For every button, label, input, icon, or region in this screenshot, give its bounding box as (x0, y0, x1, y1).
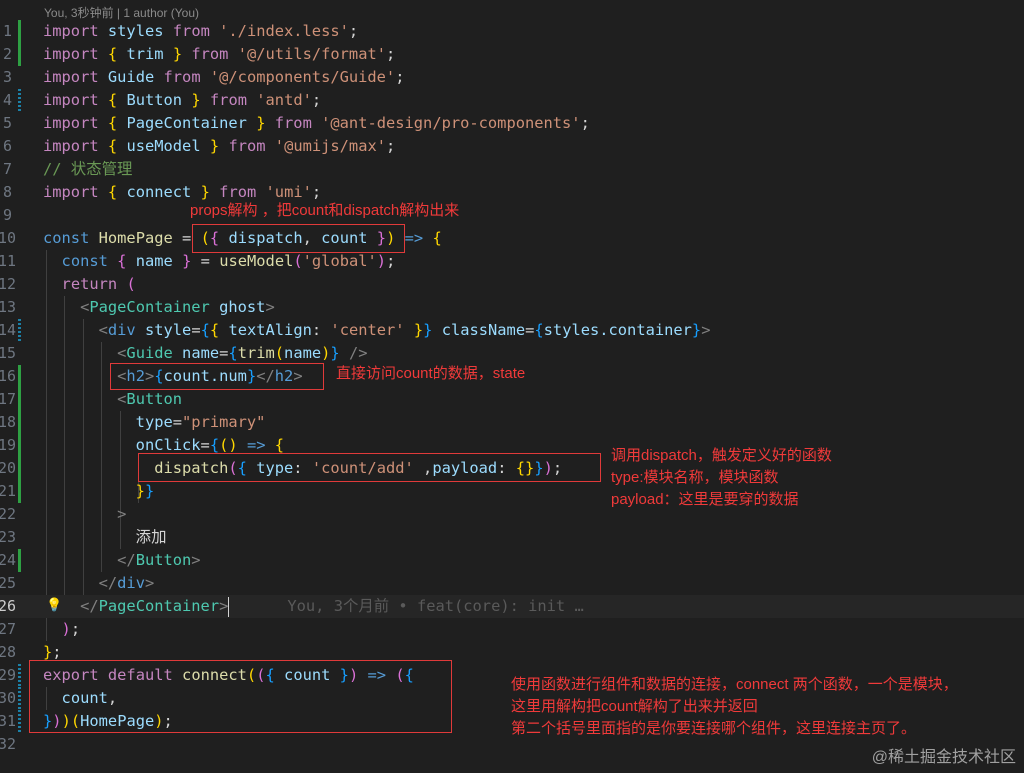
gutter-modified-marker[interactable] (18, 319, 21, 342)
line-number: 1 (2, 22, 12, 40)
line-number: 25 (0, 574, 17, 592)
gutter-added-marker[interactable] (18, 411, 21, 434)
code-line-1[interactable]: 1 import styles from './index.less'; (0, 20, 1024, 43)
gutter-modified-marker[interactable] (18, 687, 21, 710)
line-number: 17 (0, 390, 17, 408)
code-line-22[interactable]: 22 > (0, 503, 1024, 526)
line-number: 5 (2, 114, 12, 132)
code-line-23[interactable]: 23 添加 (0, 526, 1024, 549)
annotation-dispatch: 调用dispatch，触发定义好的函数 type:模块名称，模块函数 paylo… (611, 447, 832, 508)
gutter-modified-marker[interactable] (18, 710, 21, 733)
gutter-added-marker[interactable] (18, 388, 21, 411)
line-number: 26 (0, 597, 17, 615)
line-number: 7 (2, 160, 12, 178)
code-line-17[interactable]: 17 <Button (0, 388, 1024, 411)
text-cursor (228, 596, 230, 617)
line-number: 10 (0, 229, 17, 247)
line-number: 12 (0, 275, 17, 293)
line-number: 15 (0, 344, 17, 362)
gutter-added-marker[interactable] (18, 365, 21, 388)
line-number: 16 (0, 367, 17, 385)
gutter-added-marker[interactable] (18, 549, 21, 572)
line-number: 27 (0, 620, 17, 638)
line-number: 8 (2, 183, 12, 201)
code-line-8[interactable]: 8 import { connect } from 'umi'; (0, 181, 1024, 204)
line-number: 32 (0, 735, 17, 753)
line-number: 13 (0, 298, 17, 316)
code-line-15[interactable]: 15 <Guide name={trim(name)} /> (0, 342, 1024, 365)
code-line-3[interactable]: 3 import Guide from '@/components/Guide'… (0, 66, 1024, 89)
line-number: 18 (0, 413, 17, 431)
code-line-5[interactable]: 5 import { PageContainer } from '@ant-de… (0, 112, 1024, 135)
line-number: 6 (2, 137, 12, 155)
gutter-added-marker[interactable] (18, 434, 21, 457)
code-line-21[interactable]: 21 }} (0, 480, 1024, 503)
annotation-state: 直接访问count的数据，state (336, 365, 526, 382)
line-number: 31 (0, 712, 17, 730)
line-number: 28 (0, 643, 17, 661)
line-number: 21 (0, 482, 17, 500)
blame-header[interactable]: You, 3秒钟前 | 1 author (You) (44, 4, 199, 21)
line-number: 4 (2, 91, 12, 109)
watermark: @稀土掘金技术社区 (871, 749, 1016, 766)
line-number: 3 (2, 68, 12, 86)
highlight-box-connect (29, 660, 452, 733)
code-line-7[interactable]: 7 // 状态管理 (0, 158, 1024, 181)
line-number: 30 (0, 689, 17, 707)
code-line-4[interactable]: 4 import { Button } from 'antd'; (0, 89, 1024, 112)
code-line-26-current[interactable]: 26 💡 </PageContainer> You, 3个月前 • feat(co… (0, 595, 1024, 618)
highlight-box-h2 (110, 363, 324, 390)
code-line-11[interactable]: 11 const { name } = useModel('global'); (0, 250, 1024, 273)
code-line-10[interactable]: 10 const HomePage = ({ dispatch, count }… (0, 227, 1024, 250)
gutter-added-marker[interactable] (18, 480, 21, 503)
annotation-props: props解构 ，把count和dispatch解构出来 (190, 202, 460, 219)
code-line-9[interactable]: 9 (0, 204, 1024, 227)
gutter-modified-marker[interactable] (18, 89, 21, 112)
line-number: 19 (0, 436, 17, 454)
code-line-13[interactable]: 13 <PageContainer ghost> (0, 296, 1024, 319)
code-line-6[interactable]: 6 import { useModel } from '@umijs/max'; (0, 135, 1024, 158)
line-number: 2 (2, 45, 12, 63)
annotation-connect: 使用函数进行组件和数据的连接，connect 两个函数，一个是模块， 这里用解构… (511, 676, 958, 737)
inline-blame[interactable]: You, 3个月前 • feat(core): init … (287, 597, 583, 615)
code-line-18[interactable]: 18 type="primary" (0, 411, 1024, 434)
code-line-12[interactable]: 12 return ( (0, 273, 1024, 296)
highlight-box-props (192, 224, 405, 253)
line-number: 29 (0, 666, 17, 684)
line-number: 14 (0, 321, 17, 339)
gutter-added-marker[interactable] (18, 457, 21, 480)
line-number: 24 (0, 551, 17, 569)
code-line-27[interactable]: 27 ); (0, 618, 1024, 641)
gutter-added-marker[interactable] (18, 20, 21, 43)
highlight-box-dispatch (138, 453, 601, 482)
line-number: 11 (0, 252, 17, 270)
line-number: 22 (0, 505, 17, 523)
code-line-2[interactable]: 2 import { trim } from '@/utils/format'; (0, 43, 1024, 66)
line-number: 23 (0, 528, 17, 546)
line-number: 9 (2, 206, 12, 224)
code-line-25[interactable]: 25 </div> (0, 572, 1024, 595)
code-line-14[interactable]: 14 <div style={{ textAlign: 'center' }} … (0, 319, 1024, 342)
code-line-24[interactable]: 24 </Button> (0, 549, 1024, 572)
line-number: 20 (0, 459, 17, 477)
gutter-modified-marker[interactable] (18, 664, 21, 687)
gutter-added-marker[interactable] (18, 43, 21, 66)
